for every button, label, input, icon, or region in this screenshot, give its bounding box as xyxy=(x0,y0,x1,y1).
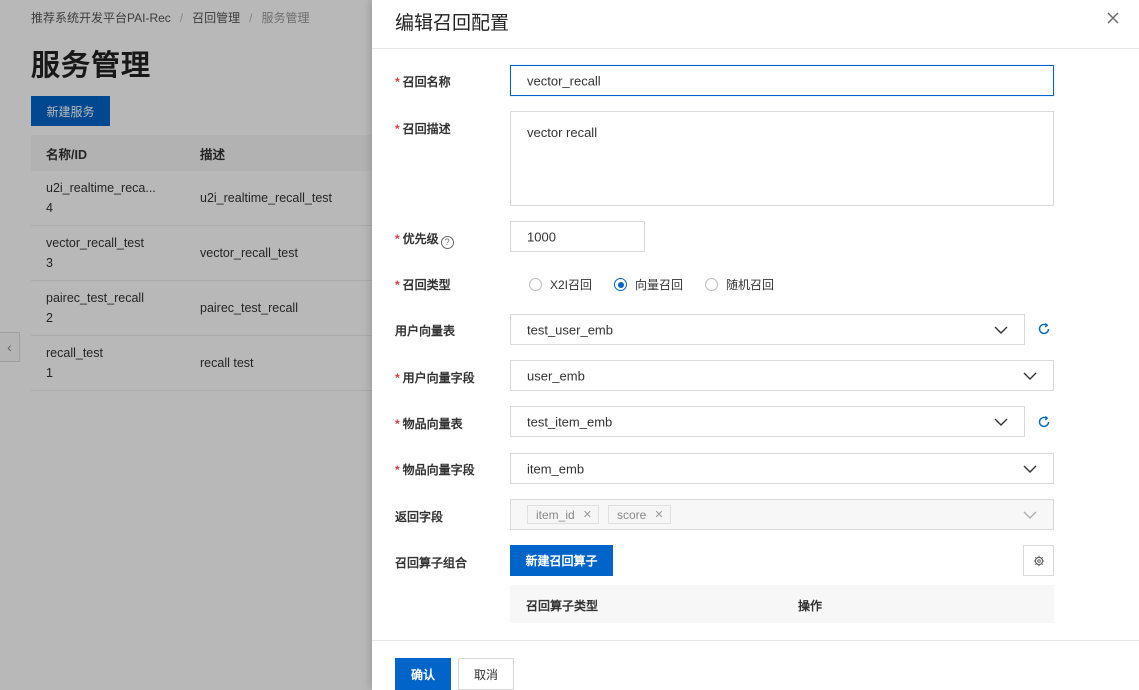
item-vector-field-label: * 物品向量字段 xyxy=(395,463,475,477)
item-vector-table-select[interactable]: test_item_emb xyxy=(510,406,1025,437)
item-vector-field-select[interactable]: item_emb xyxy=(510,453,1054,484)
radio-button[interactable] xyxy=(705,278,719,291)
tag-score: score ✕ xyxy=(608,505,671,524)
refresh-icon[interactable] xyxy=(1037,415,1051,429)
gear-icon xyxy=(1033,555,1044,566)
recall-desc-textarea[interactable]: vector recall xyxy=(510,111,1054,206)
user-vector-field-select[interactable]: user_emb xyxy=(510,360,1054,391)
chevron-down-icon xyxy=(1023,465,1037,473)
close-icon xyxy=(1107,12,1119,24)
column-header-actions: 操作 xyxy=(798,599,823,613)
radio-vector[interactable]: 向量召回 xyxy=(614,276,683,293)
cancel-button[interactable]: 取消 xyxy=(458,658,514,690)
column-header-operator-type: 召回算子类型 xyxy=(526,599,599,613)
operator-group-label: 召回算子组合 xyxy=(395,556,468,570)
radio-x2i[interactable]: X2I召回 xyxy=(529,276,592,293)
drawer-title: 编辑召回配置 xyxy=(395,13,510,34)
refresh-icon[interactable] xyxy=(1037,322,1051,336)
recall-name-input[interactable]: vector_recall xyxy=(510,65,1054,96)
tag-item-id: item_id ✕ xyxy=(527,505,599,524)
priority-input[interactable]: 1000 xyxy=(510,221,645,252)
edit-recall-drawer: 编辑召回配置 * 召回名称 vector_recall * 召回描述 vector … xyxy=(372,0,1139,690)
chevron-down-icon xyxy=(1023,511,1037,519)
item-vector-table-label: * 物品向量表 xyxy=(395,417,463,431)
user-vector-table-select[interactable]: test_user_emb xyxy=(510,314,1025,345)
return-fields-select[interactable]: item_id ✕ score ✕ xyxy=(510,499,1054,530)
help-icon[interactable]: ? xyxy=(440,236,454,249)
recall-type-radio-group: X2I召回 向量召回 随机召回 xyxy=(529,276,796,293)
user-vector-field-label: * 用户向量字段 xyxy=(395,371,475,385)
recall-desc-label: * 召回描述 xyxy=(395,122,451,136)
chevron-down-icon xyxy=(1023,372,1037,380)
operator-table-header: 召回算子类型 操作 xyxy=(510,585,1054,623)
radio-random[interactable]: 随机召回 xyxy=(705,276,774,293)
drawer-footer: 确认 取消 xyxy=(372,640,1139,690)
drawer-header: 编辑召回配置 xyxy=(372,0,1139,49)
tag-remove-icon[interactable]: ✕ xyxy=(583,508,592,521)
user-vector-table-label: 用户向量表 xyxy=(395,324,456,338)
tag-remove-icon[interactable]: ✕ xyxy=(654,508,663,521)
chevron-down-icon xyxy=(994,326,1008,334)
close-button[interactable] xyxy=(1105,11,1121,27)
confirm-button[interactable]: 确认 xyxy=(395,658,451,690)
priority-label: * 优先级? xyxy=(395,230,454,249)
modal-overlay[interactable] xyxy=(0,0,372,690)
return-fields-label: 返回字段 xyxy=(395,510,444,524)
radio-button-selected[interactable] xyxy=(614,278,628,291)
recall-name-label: * 召回名称 xyxy=(395,75,451,89)
chevron-down-icon xyxy=(994,418,1008,426)
settings-button[interactable] xyxy=(1023,545,1054,576)
radio-button[interactable] xyxy=(529,278,542,291)
recall-type-label: * 召回类型 xyxy=(395,278,451,292)
new-recall-operator-button[interactable]: 新建召回算子 xyxy=(510,545,613,576)
